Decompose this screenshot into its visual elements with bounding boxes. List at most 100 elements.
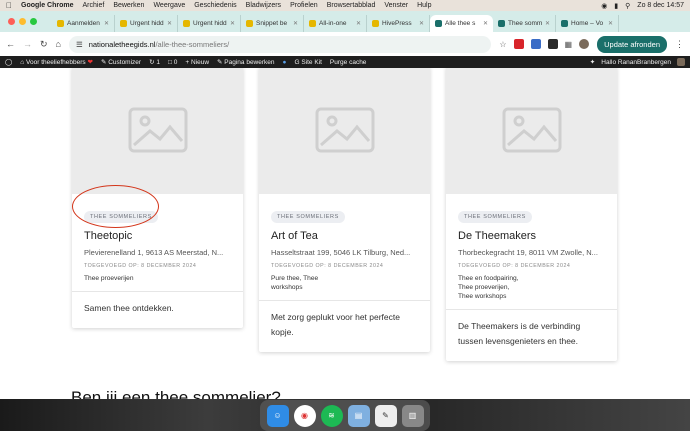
- maximize-window-icon[interactable]: [30, 18, 37, 25]
- wp-comments[interactable]: □ 0: [168, 59, 177, 66]
- wp-site-link[interactable]: ⌂ Voor theeliefhebbers ❤: [20, 58, 93, 66]
- image-placeholder-icon: [128, 107, 187, 153]
- card-address: Hasseltstraat 199, 5046 LK Tilburg, Ned.…: [271, 248, 411, 257]
- tab-snippet[interactable]: Snippet be ✕: [241, 15, 304, 32]
- card-tag: Thee proeverijen: [84, 275, 134, 282]
- finder-icon[interactable]: ☺: [266, 404, 289, 427]
- extension-icon[interactable]: [547, 39, 558, 49]
- listing-card[interactable]: THEE SOMMELIERS De Theemakers Thorbeckeg…: [446, 68, 617, 361]
- category-chip[interactable]: THEE SOMMELIERS: [458, 211, 532, 223]
- close-tab-icon[interactable]: ✕: [483, 20, 488, 27]
- back-arrow-icon[interactable]: ←: [6, 39, 15, 49]
- menu-venster[interactable]: Venster: [384, 2, 408, 9]
- extension-icon[interactable]: [530, 39, 541, 49]
- datetime[interactable]: Zo 8 dec 14:57: [637, 2, 684, 9]
- extension-icon[interactable]: [513, 39, 524, 49]
- card-title[interactable]: Theetopic: [84, 230, 231, 242]
- avatar[interactable]: [579, 39, 590, 49]
- wp-avatar[interactable]: [677, 58, 685, 66]
- heart-icon: ❤: [87, 59, 93, 66]
- tab-label: Home – Vo: [571, 20, 604, 27]
- image-placeholder-icon: [315, 107, 374, 153]
- apple-icon[interactable]: : [6, 1, 12, 10]
- card-tag: Thee workshops: [458, 293, 507, 300]
- textedit-icon[interactable]: ✎: [374, 404, 397, 427]
- wp-edit-label: Pagina bewerken: [224, 59, 275, 66]
- tab-strip: Aanmelden ✕ Urgent hidd ✕ Urgent hidd ✕ Sni…: [0, 11, 690, 32]
- card-title[interactable]: Art of Tea: [271, 230, 418, 242]
- chrome-icon[interactable]: ◉: [293, 404, 316, 427]
- home-icon: ⌂: [20, 59, 25, 66]
- wifi-icon[interactable]: ◉: [601, 2, 607, 10]
- wp-site-label: Voor theeliefhebbers: [26, 59, 86, 66]
- wp-sitekit[interactable]: G Site Kit: [294, 59, 321, 66]
- close-tab-icon[interactable]: ✕: [419, 20, 424, 27]
- menu-hulp[interactable]: Hulp: [417, 2, 431, 9]
- listing-card[interactable]: THEE SOMMELIERS Art of Tea Hasseltstraat…: [259, 68, 430, 352]
- tab-label: All-in-one: [319, 20, 347, 27]
- tab-urgent-1[interactable]: Urgent hidd ✕: [115, 15, 178, 32]
- card-title[interactable]: De Theemakers: [458, 230, 605, 242]
- wp-updates[interactable]: ↻ 1: [149, 58, 160, 66]
- trash-icon[interactable]: ▥: [401, 404, 424, 427]
- close-tab-icon[interactable]: ✕: [167, 20, 172, 27]
- tab-thee-sommeliers[interactable]: Thee somm ✕: [493, 15, 556, 32]
- app-name[interactable]: Google Chrome: [21, 2, 74, 9]
- menu-geschiedenis[interactable]: Geschiedenis: [194, 2, 236, 9]
- wp-edit-page[interactable]: ✎ Pagina bewerken: [217, 58, 275, 66]
- close-window-icon[interactable]: [8, 18, 15, 25]
- pencil-icon: ✎: [217, 59, 223, 66]
- card-tag: Thee proeverijen,: [458, 284, 510, 291]
- tab-home[interactable]: Home – Vo ✕: [556, 15, 619, 32]
- address-bar[interactable]: ☰ nationaletheegids.nl/alle-thee-sommeli…: [68, 35, 492, 53]
- tab-all-in-one[interactable]: All-in-one ✕: [304, 15, 367, 32]
- tab-urgent-2[interactable]: Urgent hidd ✕: [178, 15, 241, 32]
- preview-icon[interactable]: ▤: [347, 404, 370, 427]
- menu-archief[interactable]: Archief: [83, 2, 105, 9]
- wp-customizer[interactable]: ✎ Customizer: [101, 58, 141, 66]
- close-tab-icon[interactable]: ✕: [293, 20, 298, 27]
- url-path: /alle-thee-sommeliers/: [155, 39, 230, 49]
- site-info-icon[interactable]: ☰: [76, 40, 83, 49]
- menu-profielen[interactable]: Profielen: [290, 2, 318, 9]
- tab-alle-thee-sommeliers[interactable]: Alle thee s ✕: [430, 15, 493, 32]
- home-icon[interactable]: ⌂: [56, 39, 61, 49]
- reload-icon[interactable]: ↻: [40, 39, 48, 50]
- menu-bewerken[interactable]: Bewerken: [113, 2, 144, 9]
- close-tab-icon[interactable]: ✕: [608, 20, 613, 27]
- puzzle-icon[interactable]: ▦: [565, 40, 573, 49]
- favicon-icon: [57, 20, 64, 27]
- bookmark-star-icon[interactable]: ☆: [499, 40, 506, 49]
- close-tab-icon[interactable]: ✕: [104, 20, 109, 27]
- card-image-placeholder[interactable]: [446, 68, 617, 194]
- wp-greeting[interactable]: Hallo RananBranbergen: [601, 59, 671, 66]
- favicon-icon: [561, 20, 568, 27]
- plus-icon: +: [185, 58, 190, 66]
- category-chip[interactable]: THEE SOMMELIERS: [271, 211, 345, 223]
- wordpress-icon[interactable]: ◯: [5, 58, 12, 66]
- macos-dock: ☺ ◉ ≋ ▤ ✎ ▥: [260, 400, 430, 431]
- more-menu-icon[interactable]: ⋮: [675, 39, 684, 50]
- menu-browsertabblad[interactable]: Browsertabblad: [327, 2, 376, 9]
- search-icon[interactable]: ⚲: [625, 2, 630, 10]
- close-tab-icon[interactable]: ✕: [545, 20, 550, 27]
- wp-purge-cache[interactable]: Purge cache: [330, 59, 367, 66]
- spotify-icon[interactable]: ≋: [320, 404, 343, 427]
- wp-new[interactable]: + Nieuw: [185, 59, 209, 66]
- wp-customizer-label: Customizer: [108, 59, 142, 66]
- sparkle-icon[interactable]: ✦: [590, 58, 595, 66]
- image-placeholder-icon: [502, 107, 561, 153]
- card-image-placeholder[interactable]: [72, 68, 243, 194]
- close-tab-icon[interactable]: ✕: [230, 20, 235, 27]
- tab-hivepress[interactable]: HivePress ✕: [367, 15, 430, 32]
- close-tab-icon[interactable]: ✕: [356, 20, 361, 27]
- card-image-placeholder[interactable]: [259, 68, 430, 194]
- tab-aanmelden[interactable]: Aanmelden ✕: [52, 15, 115, 32]
- menu-weergave[interactable]: Weergave: [153, 2, 185, 9]
- update-button[interactable]: Update afronden: [597, 35, 667, 53]
- battery-icon[interactable]: ▮: [614, 2, 618, 10]
- menu-bladwijzers[interactable]: Bladwijzers: [246, 2, 281, 9]
- forward-arrow-icon[interactable]: →: [23, 39, 32, 49]
- minimize-window-icon[interactable]: [19, 18, 26, 25]
- browser-chrome: Aanmelden ✕ Urgent hidd ✕ Urgent hidd ✕ Sni…: [0, 11, 690, 56]
